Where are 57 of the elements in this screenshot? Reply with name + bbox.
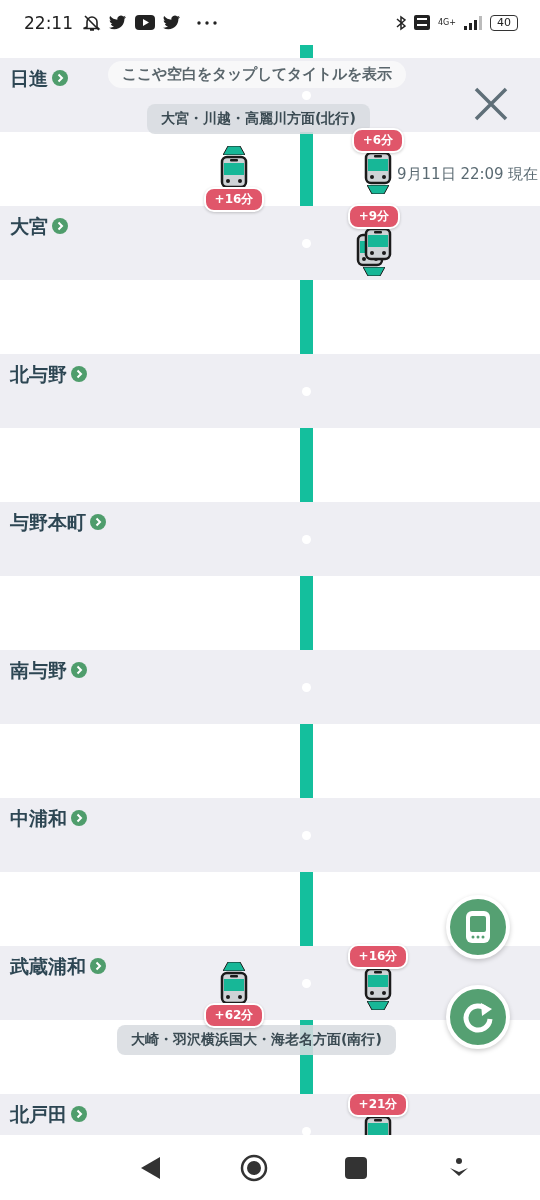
back-icon [140,1155,163,1180]
station-name[interactable]: 武蔵浦和 [10,954,86,978]
delay-badge: +16分 [203,187,265,212]
station-band[interactable]: 与野本町 [0,502,540,576]
delay-badge: +6分 [351,128,405,153]
signal-icon [464,15,482,30]
train-icon[interactable] [220,971,248,1005]
train-icon[interactable] [364,151,392,185]
down-arrow-icon [363,267,385,276]
train-icon[interactable] [220,155,248,189]
chevron-icon[interactable] [71,366,87,382]
chevron-icon[interactable] [52,70,68,86]
chevron-icon[interactable] [71,662,87,678]
updated-time: 9月11日 22:09 現在 [397,165,539,184]
down-arrow-icon [367,1001,389,1010]
volte-icon [414,15,430,30]
network-type: 4G+ [438,18,456,27]
train-icon[interactable] [364,967,392,1001]
delay-badge: +21分 [347,1092,409,1117]
down-arrow-icon [367,185,389,194]
station-name[interactable]: 中浦和 [10,806,67,830]
chevron-icon[interactable] [71,1106,87,1122]
station-band[interactable]: 北与野 [0,354,540,428]
train-icon[interactable] [356,227,392,267]
station-band[interactable]: 中浦和 [0,798,540,872]
station-name[interactable]: 日進 [10,66,48,90]
chevron-icon[interactable] [90,958,106,974]
hint-pill[interactable]: ここや空白をタップしてタイトルを表示 [108,61,406,88]
station-name[interactable]: 大宮 [10,214,48,238]
delay-badge: +16分 [347,944,409,969]
recents-icon [345,1156,368,1179]
station-name[interactable]: 与野本町 [10,510,86,534]
direction-label: 大崎・羽沢横浜国大・海老名方面(南行) [117,1025,396,1055]
direction-label: 大宮・川越・高麗川方面(北行) [147,104,370,134]
home-icon [239,1153,268,1182]
station-name[interactable]: 北与野 [10,362,67,386]
bird-icon [163,15,181,30]
home-button[interactable] [238,1152,269,1183]
delay-badge: +9分 [347,204,401,229]
battery-level: 40 [490,14,518,31]
station-name[interactable]: 北戸田 [10,1102,67,1126]
muted-bell-icon [83,13,101,32]
refresh-icon [461,1000,495,1034]
station-name[interactable]: 南与野 [10,658,67,682]
bluetooth-icon [396,14,406,31]
chevron-icon[interactable] [90,514,106,530]
delay-badge: +62分 [203,1003,265,1028]
more-icon [197,20,217,25]
play-icon [135,15,155,30]
status-time: 22:11 [24,12,73,33]
phone-icon [465,910,491,944]
up-arrow-icon [223,146,245,155]
chevron-icon[interactable] [52,218,68,234]
chevron-icon[interactable] [71,810,87,826]
station-band[interactable]: 南与野 [0,650,540,724]
up-arrow-icon [223,962,245,971]
bird-icon [109,15,127,30]
